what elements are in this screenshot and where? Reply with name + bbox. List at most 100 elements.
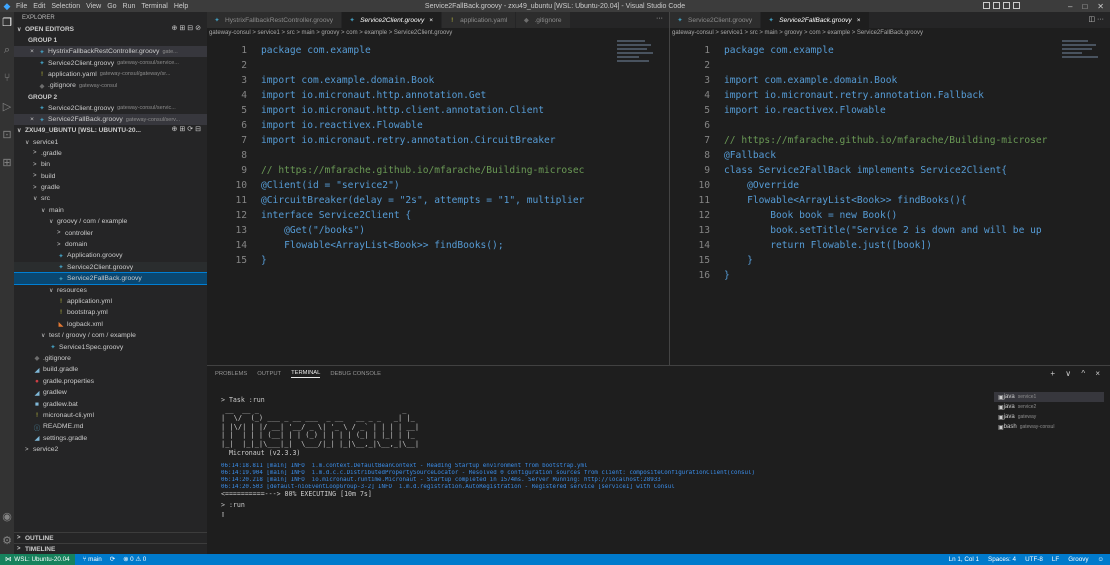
more-actions-icon[interactable]: ··· [656, 15, 663, 22]
menu-run[interactable]: Run [123, 3, 136, 10]
account-icon[interactable]: ◉ [0, 508, 14, 524]
tab-application-yaml[interactable]: ! application.yaml [442, 12, 517, 28]
tab-service2client-groovy[interactable]: ✦ Service2Client.groovy × [342, 12, 443, 28]
menu-file[interactable]: File [16, 3, 27, 10]
timeline-section[interactable]: > TIMELINE [14, 543, 207, 554]
remote-explorer-icon[interactable]: ⊡ [0, 126, 14, 142]
file-item[interactable]: ⓘ README.md [14, 421, 207, 432]
file-item[interactable]: ◢ build.gradle [14, 364, 207, 375]
language-mode[interactable]: Groovy [1068, 556, 1088, 563]
group1-header[interactable]: GROUP 1 [14, 35, 207, 46]
close-icon[interactable]: × [28, 48, 36, 55]
menu-go[interactable]: Go [107, 3, 116, 10]
open-editor-item[interactable]: × ✦ HystrixFallbackRestController.groovy ga… [14, 46, 207, 58]
menu-terminal[interactable]: Terminal [141, 3, 167, 10]
folder-item[interactable]: ∨ service1 [14, 136, 207, 147]
tab-service2client-groovy[interactable]: ✦ Service2Client.groovy [670, 12, 762, 28]
minimize-icon[interactable]: – [1068, 2, 1072, 11]
file-item[interactable]: ✦ Service2Client.groovy [14, 261, 207, 274]
open-editor-item[interactable]: × ✦ Service2FallBack.groovy gateway-consul/… [14, 113, 207, 126]
menu-selection[interactable]: Selection [51, 3, 80, 10]
file-item[interactable]: ◆ .gitignore [14, 353, 207, 364]
terminal-instance[interactable]: ▣ java service2 [994, 402, 1104, 412]
tab--gitignore[interactable]: ◆ .gitignore [516, 12, 571, 28]
feedback-icon[interactable]: ☺ [1098, 556, 1104, 563]
encoding-status[interactable]: UTF-8 [1025, 556, 1043, 563]
panel-actions[interactable]: + ∨ ^ × [1050, 369, 1104, 378]
tab-terminal[interactable]: TERMINAL [291, 370, 321, 378]
folder-item[interactable]: > bin [14, 159, 207, 170]
tab-debug-console[interactable]: DEBUG CONSOLE [330, 371, 381, 377]
folder-item[interactable]: ∨ resources [14, 284, 207, 295]
workspace-actions[interactable]: ⊕⊞⟳⊟ [172, 125, 203, 133]
open-editor-item[interactable]: ! application.yaml gateway-consul/gateway/… [14, 69, 207, 80]
file-item[interactable]: ◣ logback.xml [14, 319, 207, 330]
terminal-output[interactable]: > Task :run __ __ _ _ | \/ (_) ___ _ __ … [221, 396, 981, 554]
cursor-position[interactable]: Ln 1, Col 1 [949, 556, 979, 563]
workspace-header[interactable]: ∨ ZXU49_UBUNTU [WSL: UBUNTU-20... ⊕⊞⟳⊟ [14, 125, 207, 136]
sync-icon[interactable]: ⟳ [110, 556, 115, 563]
open-editor-item[interactable]: ◆ .gitignore gateway-consul [14, 80, 207, 91]
run-debug-icon[interactable]: ▷ [0, 98, 14, 114]
folder-item[interactable]: ∨ src [14, 193, 207, 204]
indentation-status[interactable]: Spaces: 4 [988, 556, 1016, 563]
open-editors-actions[interactable]: ⊕⊞⊟⊘ [172, 24, 203, 32]
menu-edit[interactable]: Edit [33, 3, 45, 10]
toggle-panel-icon[interactable] [993, 2, 1000, 9]
toggle-sidebar-icon[interactable] [983, 2, 990, 9]
source-control-icon[interactable]: ⑂ [0, 70, 14, 86]
file-item[interactable]: ! application.yml [14, 296, 207, 307]
minimap[interactable] [1062, 38, 1102, 78]
file-item[interactable]: ◢ settings.gradle [14, 433, 207, 444]
eol-status[interactable]: LF [1052, 556, 1059, 563]
file-item[interactable]: ✦ Service1Spec.groovy [14, 341, 207, 352]
toggle-secondary-sidebar-icon[interactable] [1003, 2, 1010, 9]
close-tab-icon[interactable]: × [857, 17, 861, 24]
folder-item[interactable]: ∨ groovy / com / example [14, 216, 207, 227]
folder-item[interactable]: > .gradle [14, 148, 207, 159]
extensions-icon[interactable]: ⊞ [0, 154, 14, 170]
file-item[interactable]: ✦ Application.groovy [14, 250, 207, 261]
folder-item[interactable]: > service2 [14, 444, 207, 455]
breadcrumb[interactable]: gateway-consul > service1 > src > main >… [670, 28, 1110, 38]
folder-item[interactable]: ∨ test / groovy / com / example [14, 330, 207, 341]
close-tab-icon[interactable]: × [429, 17, 433, 24]
group2-header[interactable]: GROUP 2 [14, 92, 207, 103]
breadcrumb[interactable]: gateway-consul > service1 > src > main >… [207, 28, 669, 38]
terminal-cursor[interactable]: ▯ [221, 510, 981, 519]
search-icon[interactable]: ⌕ [0, 42, 14, 58]
tab-service2fallback-groovy[interactable]: ✦ Service2FallBack.groovy × [761, 12, 870, 28]
minimap[interactable] [617, 38, 657, 78]
problems-status[interactable]: ⊗ 0 ⚠ 0 [123, 556, 146, 563]
manage-gear-icon[interactable]: ⚙ [0, 532, 14, 548]
file-item[interactable]: ! micronaut-cli.yml [14, 410, 207, 421]
outline-section[interactable]: > OUTLINE [14, 532, 207, 543]
maximize-icon[interactable]: □ [1082, 2, 1087, 11]
customize-layout-icon[interactable] [1013, 2, 1020, 9]
menu-view[interactable]: View [86, 3, 101, 10]
tab-hystrixfallbackrestcontroller-groovy[interactable]: ✦ HystrixFallbackRestController.groovy [207, 12, 343, 28]
terminal-instance[interactable]: ▣ java gateway [994, 412, 1104, 422]
folder-item[interactable]: > domain [14, 239, 207, 250]
branch-status[interactable]: ⑂ main [83, 556, 102, 563]
open-editor-item[interactable]: ✦ Service2Client.groovy gateway-consul/ser… [14, 57, 207, 68]
open-editors-header[interactable]: ∨ OPEN EDITORS ⊕⊞⊟⊘ [14, 24, 207, 35]
tab-output[interactable]: OUTPUT [257, 371, 281, 377]
file-item[interactable]: ✦ Service2FallBack.groovy [14, 271, 207, 286]
file-item[interactable]: ■ gradlew.bat [14, 398, 207, 409]
open-editor-item[interactable]: ✦ Service2Client.groovy gateway-consul/ser… [14, 103, 207, 114]
split-editor-icon[interactable]: ◫ ··· [1088, 15, 1104, 23]
close-window-icon[interactable]: ✕ [1097, 2, 1104, 11]
menu-help[interactable]: Help [174, 3, 188, 10]
terminal-instance[interactable]: ▣ bash gateway-consul [994, 422, 1104, 432]
explorer-icon[interactable]: ❐ [0, 14, 14, 30]
file-item[interactable]: ● gradle.properties [14, 376, 207, 387]
tab-problems[interactable]: PROBLEMS [215, 371, 247, 377]
close-icon[interactable]: × [28, 116, 36, 123]
terminal-instance[interactable]: ▣ java service1 [994, 392, 1104, 402]
folder-item[interactable]: > controller [14, 227, 207, 238]
folder-item[interactable]: ∨ main [14, 205, 207, 216]
file-item[interactable]: ◢ gradlew [14, 387, 207, 398]
folder-item[interactable]: > gradle [14, 182, 207, 193]
folder-item[interactable]: > build [14, 171, 207, 182]
